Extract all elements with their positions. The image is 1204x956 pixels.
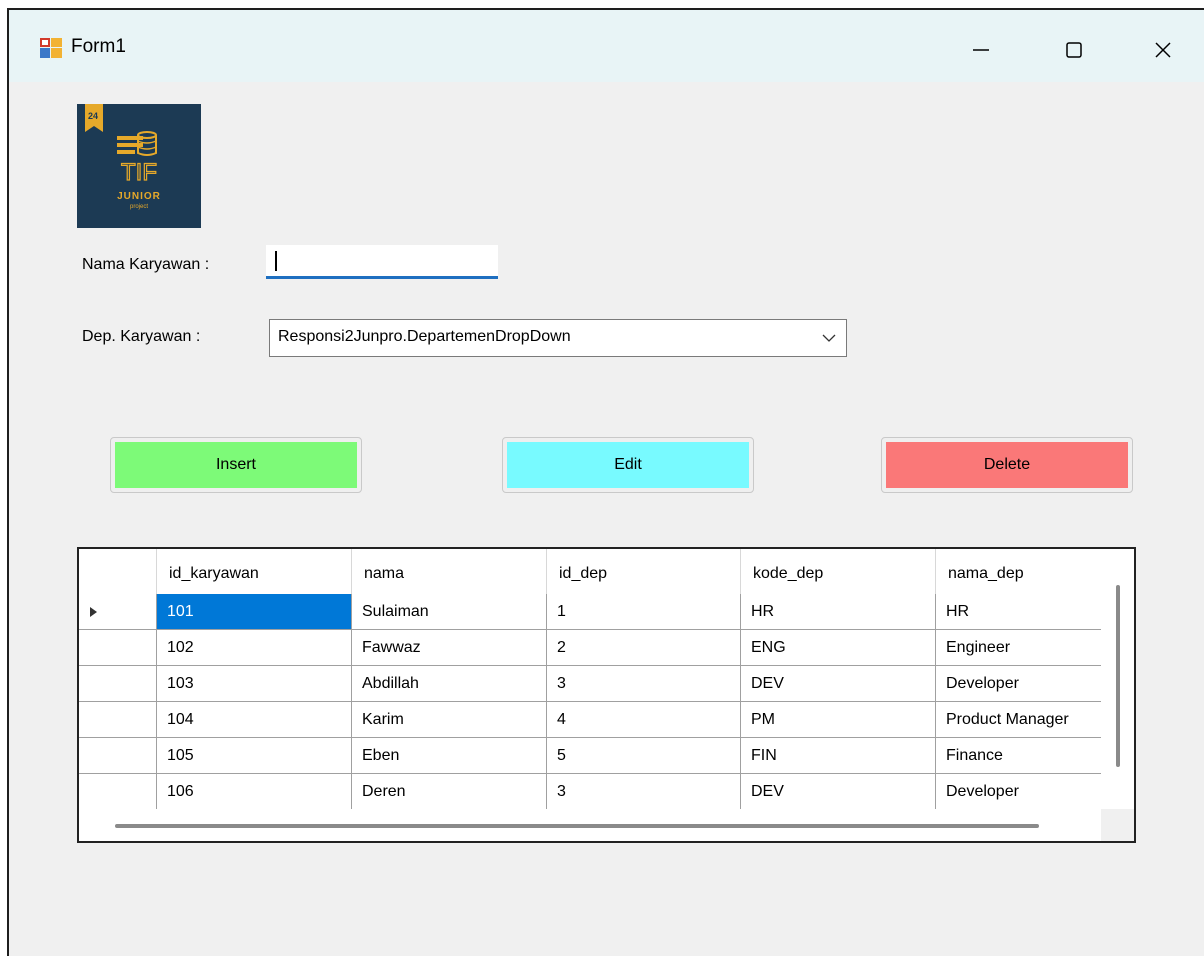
cell-nama-dep[interactable]: Finance: [936, 738, 1101, 774]
cell-kode-dep[interactable]: DEV: [741, 774, 936, 810]
nama-karyawan-input[interactable]: [266, 245, 498, 279]
cell-kode-dep[interactable]: DEV: [741, 666, 936, 702]
cell-id-dep[interactable]: 5: [547, 738, 741, 774]
nama-karyawan-label: Nama Karyawan :: [82, 256, 210, 273]
cell-id-dep[interactable]: 2: [547, 630, 741, 666]
column-header-id-dep[interactable]: id_dep: [547, 549, 741, 594]
karyawan-data-grid[interactable]: id_karyawan nama id_dep kode_dep nama_de…: [77, 547, 1136, 843]
cell-nama[interactable]: Karim: [352, 702, 547, 738]
current-row-arrow-icon: [90, 607, 97, 617]
horizontal-scrollbar[interactable]: [79, 809, 1134, 841]
form-window: Form1 24 TIF JUNIOR project Nama Karyawa…: [7, 8, 1204, 956]
cell-nama-dep[interactable]: Engineer: [936, 630, 1101, 666]
text-caret: [275, 251, 277, 271]
cell-id-dep[interactable]: 1: [547, 594, 741, 630]
cell-nama-dep[interactable]: Developer: [936, 774, 1101, 810]
edit-button[interactable]: Edit: [502, 437, 754, 493]
svg-text:JUNIOR: JUNIOR: [117, 191, 161, 202]
horizontal-scroll-thumb[interactable]: [115, 824, 1039, 828]
title-bar[interactable]: Form1: [9, 10, 1204, 82]
form-app-icon: [40, 38, 62, 58]
junior-project-logo: 24 TIF JUNIOR project: [77, 104, 201, 228]
cell-id-dep[interactable]: 3: [547, 666, 741, 702]
cell-nama[interactable]: Sulaiman: [352, 594, 547, 630]
cell-kode-dep[interactable]: ENG: [741, 630, 936, 666]
edit-button-label: Edit: [507, 442, 749, 488]
cell-nama-dep[interactable]: Developer: [936, 666, 1101, 702]
dep-karyawan-label: Dep. Karyawan :: [82, 328, 201, 345]
cell-id-karyawan[interactable]: 103: [157, 666, 352, 702]
chevron-down-icon[interactable]: [822, 333, 836, 343]
cell-nama[interactable]: Eben: [352, 738, 547, 774]
close-icon: [1155, 42, 1171, 58]
minimize-icon: [973, 49, 989, 51]
column-header-nama-dep[interactable]: nama_dep: [936, 549, 1101, 594]
row-header[interactable]: [79, 666, 157, 702]
close-button[interactable]: [1137, 28, 1189, 72]
grid-corner-header[interactable]: [79, 549, 157, 594]
cell-nama[interactable]: Abdillah: [352, 666, 547, 702]
cell-id-karyawan[interactable]: 105: [157, 738, 352, 774]
vertical-scroll-thumb[interactable]: [1116, 585, 1120, 767]
maximize-icon: [1066, 42, 1082, 58]
cell-nama-dep[interactable]: HR: [936, 594, 1101, 630]
cell-id-dep[interactable]: 3: [547, 774, 741, 810]
cell-id-karyawan[interactable]: 101: [157, 594, 352, 630]
insert-button[interactable]: Insert: [110, 437, 362, 493]
column-header-kode-dep[interactable]: kode_dep: [741, 549, 936, 594]
scrollbar-corner: [1101, 809, 1134, 841]
row-header[interactable]: [79, 774, 157, 810]
cell-id-dep[interactable]: 4: [547, 702, 741, 738]
row-header[interactable]: [79, 594, 157, 630]
row-header[interactable]: [79, 702, 157, 738]
row-header[interactable]: [79, 630, 157, 666]
cell-nama-dep[interactable]: Product Manager: [936, 702, 1101, 738]
cell-id-karyawan[interactable]: 106: [157, 774, 352, 810]
window-title: Form1: [71, 36, 126, 57]
cell-nama[interactable]: Fawwaz: [352, 630, 547, 666]
delete-button-label: Delete: [886, 442, 1128, 488]
cell-id-karyawan[interactable]: 102: [157, 630, 352, 666]
row-header[interactable]: [79, 738, 157, 774]
delete-button[interactable]: Delete: [881, 437, 1133, 493]
dep-karyawan-dropdown[interactable]: Responsi2Junpro.DepartemenDropDown: [269, 319, 847, 357]
cell-kode-dep[interactable]: HR: [741, 594, 936, 630]
maximize-button[interactable]: [1048, 28, 1100, 72]
svg-text:project: project: [130, 204, 148, 210]
dep-karyawan-selected: Responsi2Junpro.DepartemenDropDown: [278, 328, 571, 345]
cell-nama[interactable]: Deren: [352, 774, 547, 810]
insert-button-label: Insert: [115, 442, 357, 488]
column-header-nama[interactable]: nama: [352, 549, 547, 594]
svg-text:24: 24: [88, 111, 98, 121]
cell-kode-dep[interactable]: PM: [741, 702, 936, 738]
svg-text:TIF: TIF: [121, 159, 157, 186]
cell-kode-dep[interactable]: FIN: [741, 738, 936, 774]
minimize-button[interactable]: [955, 28, 1007, 72]
column-header-id-karyawan[interactable]: id_karyawan: [157, 549, 352, 594]
cell-id-karyawan[interactable]: 104: [157, 702, 352, 738]
screen-edge: [0, 0, 1204, 8]
